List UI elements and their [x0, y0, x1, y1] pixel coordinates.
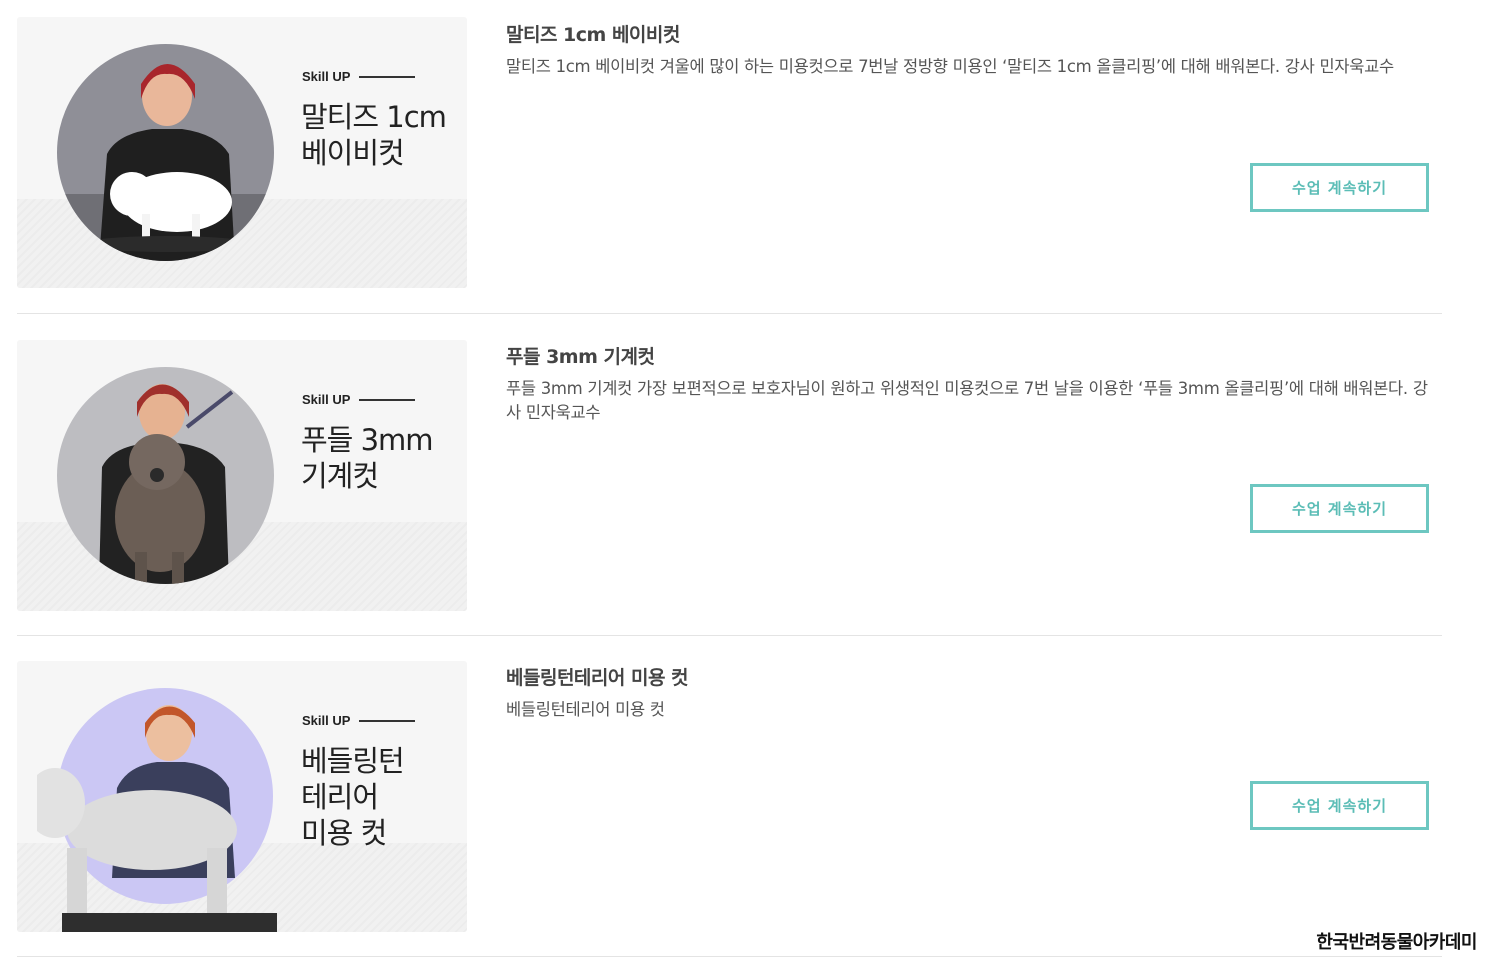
- badge-line: [359, 75, 416, 78]
- course-thumbnail[interactable]: Skill UP 말티즈 1cm 베이비컷: [17, 17, 467, 288]
- continue-class-button[interactable]: 수업 계속하기: [1250, 163, 1429, 212]
- thumbnail-title: 푸들 3mm 기계컷: [301, 423, 434, 493]
- thumbnail-title: 베들링턴 테리어 미용 컷: [301, 744, 405, 850]
- skill-up-label: Skill UP: [302, 713, 351, 728]
- course-info: 베들링턴테리어 미용 컷 베들링턴테리어 미용 컷: [506, 663, 1442, 722]
- course-title[interactable]: 푸들 3mm 기계컷: [506, 342, 1442, 369]
- divider: [17, 635, 1442, 636]
- skill-up-badge: Skill UP: [302, 69, 416, 84]
- badge-line: [359, 398, 416, 401]
- course-thumbnail[interactable]: Skill UP 푸들 3mm 기계컷: [17, 340, 467, 611]
- course-item-1: Skill UP 말티즈 1cm 베이비컷 말티즈 1cm 베이비컷 말티즈 1…: [0, 0, 1442, 322]
- skill-up-badge: Skill UP: [302, 392, 416, 407]
- badge-line: [359, 719, 416, 722]
- course-info: 푸들 3mm 기계컷 푸들 3mm 기계컷 가장 보편적으로 보호자님이 원하고…: [506, 342, 1442, 425]
- thumbnail-title: 말티즈 1cm 베이비컷: [301, 100, 447, 170]
- course-thumbnail[interactable]: Skill UP 베들링턴 테리어 미용 컷: [17, 661, 467, 932]
- instructor-photo: [57, 367, 274, 584]
- course-item-3: Skill UP 베들링턴 테리어 미용 컷 베들링턴테리어 미용 컷 베들링턴…: [0, 643, 1442, 961]
- divider: [17, 313, 1442, 314]
- skill-up-label: Skill UP: [302, 69, 351, 84]
- skill-up-label: Skill UP: [302, 392, 351, 407]
- course-description: 베들링턴테리어 미용 컷: [506, 700, 665, 719]
- skill-up-badge: Skill UP: [302, 713, 416, 728]
- course-title[interactable]: 베들링턴테리어 미용 컷: [506, 663, 1442, 690]
- instructor-photo: [37, 688, 277, 932]
- course-title[interactable]: 말티즈 1cm 베이비컷: [506, 20, 1442, 47]
- divider: [17, 956, 1442, 957]
- continue-class-button[interactable]: 수업 계속하기: [1250, 484, 1429, 533]
- course-description: 푸들 3mm 기계컷 가장 보편적으로 보호자님이 원하고 위생적인 미용컷으로…: [506, 379, 1428, 422]
- course-item-2: Skill UP 푸들 3mm 기계컷 푸들 3mm 기계컷 푸들 3mm 기계…: [0, 322, 1442, 644]
- continue-class-button[interactable]: 수업 계속하기: [1250, 781, 1429, 830]
- course-info: 말티즈 1cm 베이비컷 말티즈 1cm 베이비컷 겨울에 많이 하는 미용컷으…: [506, 20, 1442, 79]
- course-description: 말티즈 1cm 베이비컷 겨울에 많이 하는 미용컷으로 7번날 정방향 미용인…: [506, 57, 1394, 76]
- brand-watermark: 한국반려동물아카데미: [1316, 932, 1477, 953]
- instructor-photo: [57, 44, 274, 261]
